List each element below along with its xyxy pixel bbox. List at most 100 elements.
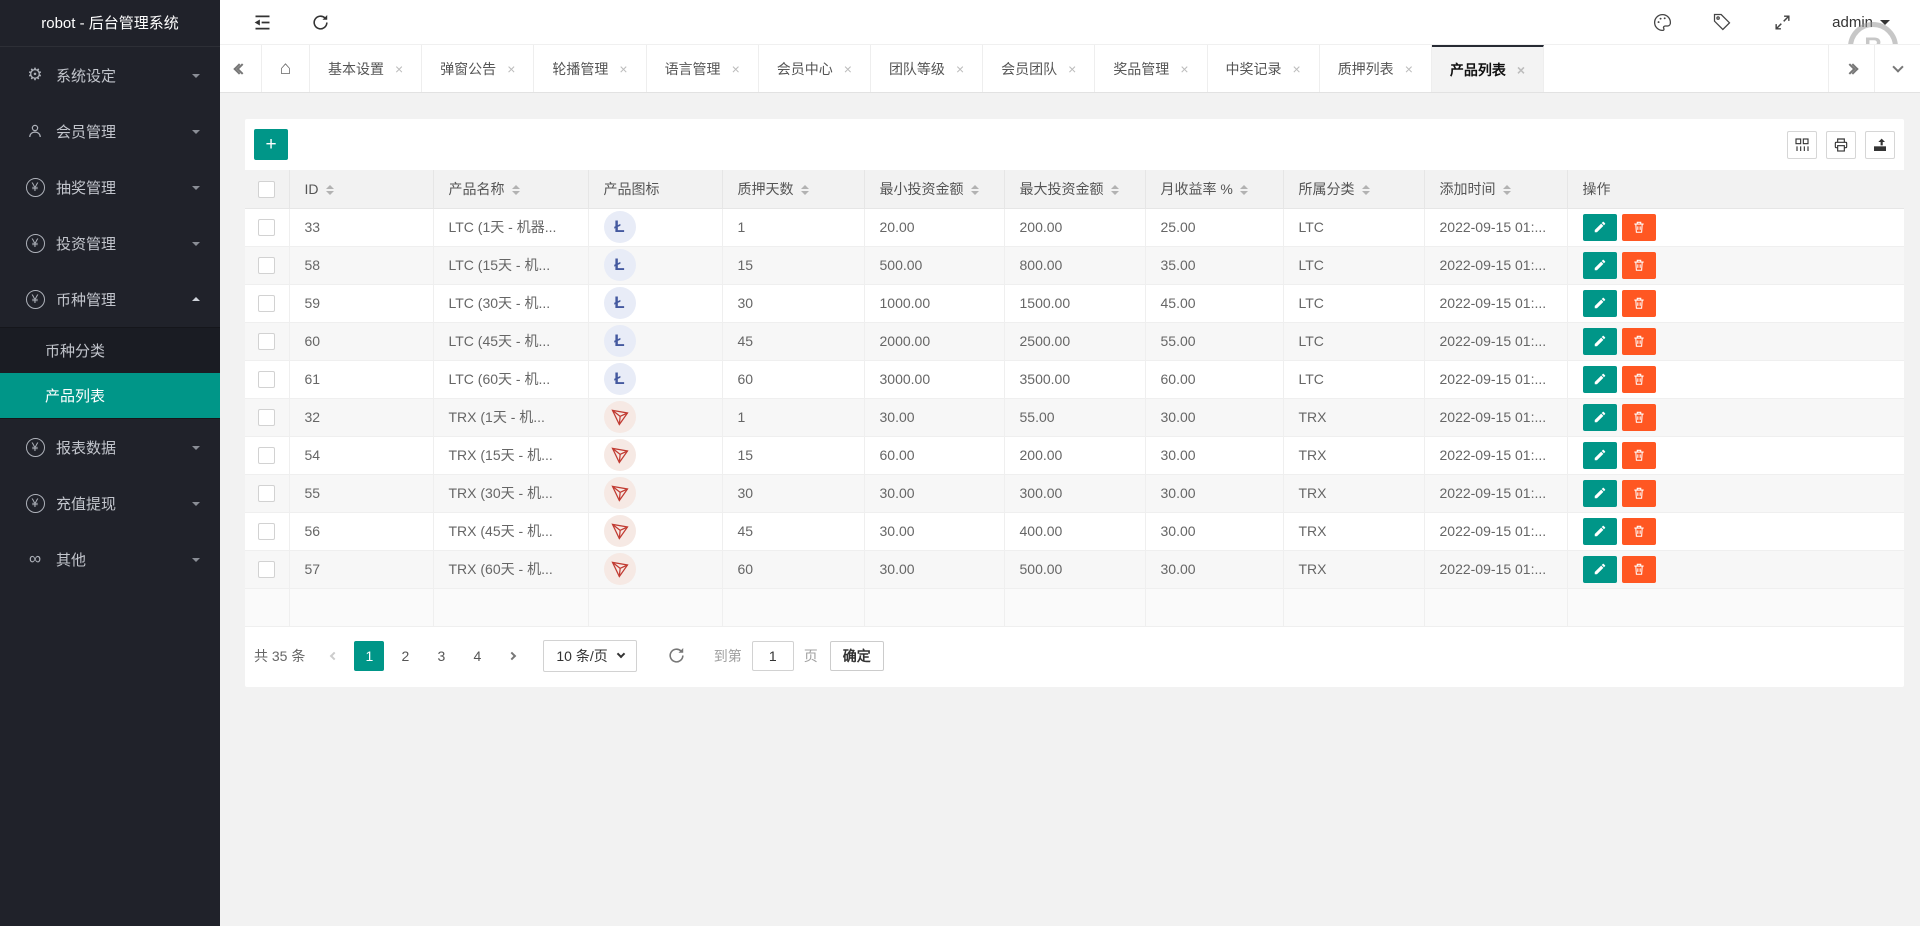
edit-button[interactable] <box>1583 290 1617 317</box>
edit-button[interactable] <box>1583 214 1617 241</box>
sidebar-item-coins[interactable]: ¥ 币种管理 <box>0 271 220 327</box>
edit-button[interactable] <box>1583 442 1617 469</box>
row-checkbox[interactable] <box>258 523 275 540</box>
close-icon[interactable]: × <box>507 61 515 77</box>
delete-button[interactable] <box>1622 290 1656 317</box>
delete-button[interactable] <box>1622 442 1656 469</box>
tag-icon[interactable] <box>1710 10 1734 34</box>
tab[interactable]: 团队等级 × <box>871 45 983 92</box>
delete-button[interactable] <box>1622 404 1656 431</box>
sort-icon[interactable] <box>971 185 979 195</box>
sidebar-item-system[interactable]: ⚙ 系统设定 <box>0 47 220 103</box>
row-checkbox[interactable] <box>258 257 275 274</box>
sidebar-item-invest[interactable]: ¥ 投资管理 <box>0 215 220 271</box>
columns-filter-button[interactable] <box>1787 131 1817 159</box>
table-refresh-icon[interactable] <box>667 646 686 665</box>
tab[interactable]: 会员中心 × <box>759 45 871 92</box>
row-checkbox[interactable] <box>258 561 275 578</box>
tabs-menu-button[interactable] <box>1874 45 1920 92</box>
close-icon[interactable]: × <box>1517 62 1525 78</box>
close-icon[interactable]: × <box>619 61 627 77</box>
sort-icon[interactable] <box>1503 185 1511 195</box>
edit-button[interactable] <box>1583 480 1617 507</box>
tab[interactable]: 质押列表 × <box>1320 45 1432 92</box>
row-checkbox[interactable] <box>258 219 275 236</box>
tab[interactable]: 会员团队 × <box>983 45 1095 92</box>
goto-page-input[interactable] <box>752 641 794 671</box>
row-checkbox[interactable] <box>258 485 275 502</box>
page-size-select[interactable]: 10 条/页 <box>543 640 636 672</box>
delete-button[interactable] <box>1622 518 1656 545</box>
tabs-scroll-left-button[interactable] <box>220 45 262 92</box>
theme-palette-icon[interactable] <box>1650 10 1674 34</box>
sidebar-item-coin-category[interactable]: 币种分类 <box>0 328 220 373</box>
select-all-checkbox[interactable] <box>258 181 275 198</box>
menu-fold-icon[interactable] <box>250 10 274 34</box>
tab[interactable]: 产品列表 × <box>1432 45 1544 92</box>
row-checkbox[interactable] <box>258 333 275 350</box>
sort-icon[interactable] <box>1111 185 1119 195</box>
sidebar-item-deposit-withdraw[interactable]: ¥ 充值提现 <box>0 475 220 531</box>
yen-circle-icon: ¥ <box>24 494 46 513</box>
row-checkbox[interactable] <box>258 295 275 312</box>
close-icon[interactable]: × <box>1180 61 1188 77</box>
edit-button[interactable] <box>1583 404 1617 431</box>
close-icon[interactable]: × <box>732 61 740 77</box>
tab[interactable]: 奖品管理 × <box>1095 45 1207 92</box>
page-number-button[interactable]: 4 <box>462 641 492 671</box>
sort-icon[interactable] <box>512 185 520 195</box>
cell-icon <box>588 398 722 436</box>
edit-button[interactable] <box>1583 366 1617 393</box>
tab[interactable]: 基本设置 × <box>310 45 422 92</box>
add-product-button[interactable]: + <box>254 129 288 160</box>
tron-icon <box>610 445 630 465</box>
delete-button[interactable] <box>1622 214 1656 241</box>
edit-button[interactable] <box>1583 556 1617 583</box>
confirm-button[interactable]: 确定 <box>830 641 884 671</box>
sort-icon[interactable] <box>801 185 809 195</box>
page-number-button[interactable]: 3 <box>426 641 456 671</box>
delete-button[interactable] <box>1622 366 1656 393</box>
page-number-button[interactable]: 2 <box>390 641 420 671</box>
edit-button[interactable] <box>1583 252 1617 279</box>
row-checkbox[interactable] <box>258 409 275 426</box>
close-icon[interactable]: × <box>956 61 964 77</box>
cell-ops <box>1567 360 1904 398</box>
edit-button[interactable] <box>1583 328 1617 355</box>
delete-button[interactable] <box>1622 252 1656 279</box>
sort-icon[interactable] <box>1240 185 1248 195</box>
delete-button[interactable] <box>1622 556 1656 583</box>
tab[interactable]: 轮播管理 × <box>534 45 646 92</box>
sidebar-item-lottery[interactable]: ¥ 抽奖管理 <box>0 159 220 215</box>
tabs-scroll-right-button[interactable] <box>1828 45 1874 92</box>
close-icon[interactable]: × <box>844 61 852 77</box>
tab[interactable]: 中奖记录 × <box>1208 45 1320 92</box>
tab[interactable]: 弹窗公告 × <box>422 45 534 92</box>
row-checkbox[interactable] <box>258 371 275 388</box>
close-icon[interactable]: × <box>1293 61 1301 77</box>
edit-button[interactable] <box>1583 518 1617 545</box>
prev-page-button[interactable] <box>319 641 349 671</box>
print-button[interactable] <box>1826 131 1856 159</box>
sort-icon[interactable] <box>326 185 334 195</box>
tab[interactable]: 语言管理 × <box>647 45 759 92</box>
sidebar-item-reports[interactable]: ¥ 报表数据 <box>0 419 220 475</box>
fullscreen-icon[interactable] <box>1770 10 1794 34</box>
row-checkbox[interactable] <box>258 447 275 464</box>
sidebar-item-product-list[interactable]: 产品列表 <box>0 373 220 418</box>
sidebar-item-members[interactable]: 会员管理 <box>0 103 220 159</box>
close-icon[interactable]: × <box>395 61 403 77</box>
close-icon[interactable]: × <box>1405 61 1413 77</box>
export-button[interactable] <box>1865 131 1895 159</box>
sidebar-item-other[interactable]: ∞ 其他 <box>0 531 220 587</box>
next-page-button[interactable] <box>497 641 527 671</box>
home-tab[interactable]: ⌂ <box>262 45 310 92</box>
close-icon[interactable]: × <box>1068 61 1076 77</box>
refresh-icon[interactable] <box>308 10 332 34</box>
sort-icon[interactable] <box>1362 185 1370 195</box>
cell-category: LTC <box>1283 322 1424 360</box>
page-number-button[interactable]: 1 <box>354 641 384 671</box>
column-header-name: 产品名称 <box>449 181 505 197</box>
delete-button[interactable] <box>1622 328 1656 355</box>
delete-button[interactable] <box>1622 480 1656 507</box>
